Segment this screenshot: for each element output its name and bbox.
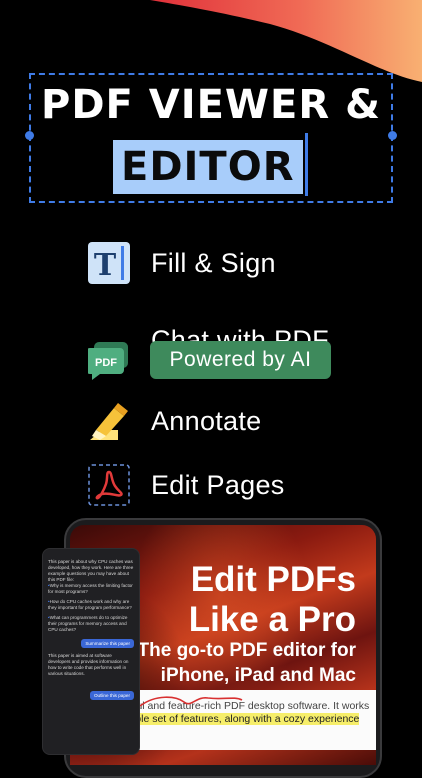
summarize-button[interactable]: Summarize this paper	[81, 639, 134, 648]
feature-annotate: Annotate	[88, 400, 262, 442]
ink-annotation	[139, 696, 243, 707]
highlighter-icon	[88, 400, 130, 442]
selection-handle-right[interactable]	[388, 131, 397, 140]
feature-label: Fill & Sign	[151, 247, 276, 278]
headline-line2-highlighted: EDITOR	[113, 140, 303, 194]
chat-suggested-question[interactable]: •Why is memory access the limiting facto…	[48, 583, 134, 595]
ai-chat-panel: This paper is about why CPU caches was d…	[42, 548, 140, 755]
chat-suggested-question[interactable]: •What can programmers do to optimize the…	[48, 615, 134, 633]
promo-subtitle: The go-to PDF editor for iPhone, iPad an…	[137, 640, 356, 686]
feature-label: Annotate	[151, 405, 262, 436]
powered-by-ai-badge: Powered by AI	[150, 341, 331, 379]
selection-handle-left[interactable]	[25, 131, 34, 140]
svg-text:T: T	[94, 248, 117, 283]
pdf-chat-icon: PDF	[88, 340, 130, 382]
outline-button[interactable]: Outline this paper	[89, 691, 134, 700]
feature-label: Edit Pages	[151, 469, 285, 500]
svg-text:PDF: PDF	[95, 357, 117, 369]
chat-suggested-question[interactable]: •How do CPU caches work and why are they…	[48, 599, 134, 611]
text-t-icon: T	[88, 242, 130, 284]
chat-answer: This paper is aimed at software develope…	[48, 653, 129, 676]
feature-fill-sign: T Fill & Sign	[88, 242, 276, 284]
feature-edit-pages: Edit Pages	[88, 464, 285, 506]
text-caret	[305, 133, 308, 196]
chat-intro: This paper is about why CPU caches was d…	[48, 559, 134, 582]
headline-line1: PDF VIEWER &	[41, 82, 381, 128]
acrobat-page-icon	[88, 464, 130, 506]
